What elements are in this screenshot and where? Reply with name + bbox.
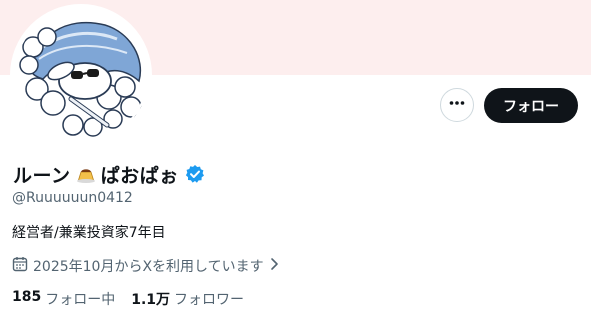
following-label: フォロー中 xyxy=(45,292,116,308)
display-name-left: ルーン xyxy=(13,164,71,187)
following-count: 185 xyxy=(12,289,42,305)
profile-bio: 経営者/兼業投資家7年目 xyxy=(12,225,166,241)
followers-link[interactable]: 1.1万 フォロワー xyxy=(131,289,244,309)
joined-text: 2025年10月からXを利用しています xyxy=(33,259,264,275)
avatar[interactable] xyxy=(10,4,152,146)
verified-badge-icon[interactable] xyxy=(185,164,205,184)
chevron-right-icon xyxy=(269,257,281,275)
following-link[interactable]: 185 フォロー中 xyxy=(12,289,115,309)
display-name-right: ぱおぱぉ xyxy=(100,164,179,187)
pudding-icon xyxy=(75,163,97,185)
user-handle: @Ruuuuuun0412 xyxy=(12,190,133,206)
followers-count: 1.1万 xyxy=(131,292,171,308)
calendar-icon xyxy=(12,256,28,276)
more-horizontal-icon xyxy=(448,94,466,116)
followers-label: フォロワー xyxy=(174,292,245,308)
joined-date[interactable]: 2025年10月からXを利用しています xyxy=(12,256,281,276)
display-name-row: ルーン ぱおぱぉ xyxy=(13,161,205,187)
follow-stats: 185 フォロー中 1.1万 フォロワー xyxy=(12,289,244,309)
follow-button[interactable]: フォロー xyxy=(484,88,578,123)
more-button[interactable] xyxy=(440,88,474,122)
